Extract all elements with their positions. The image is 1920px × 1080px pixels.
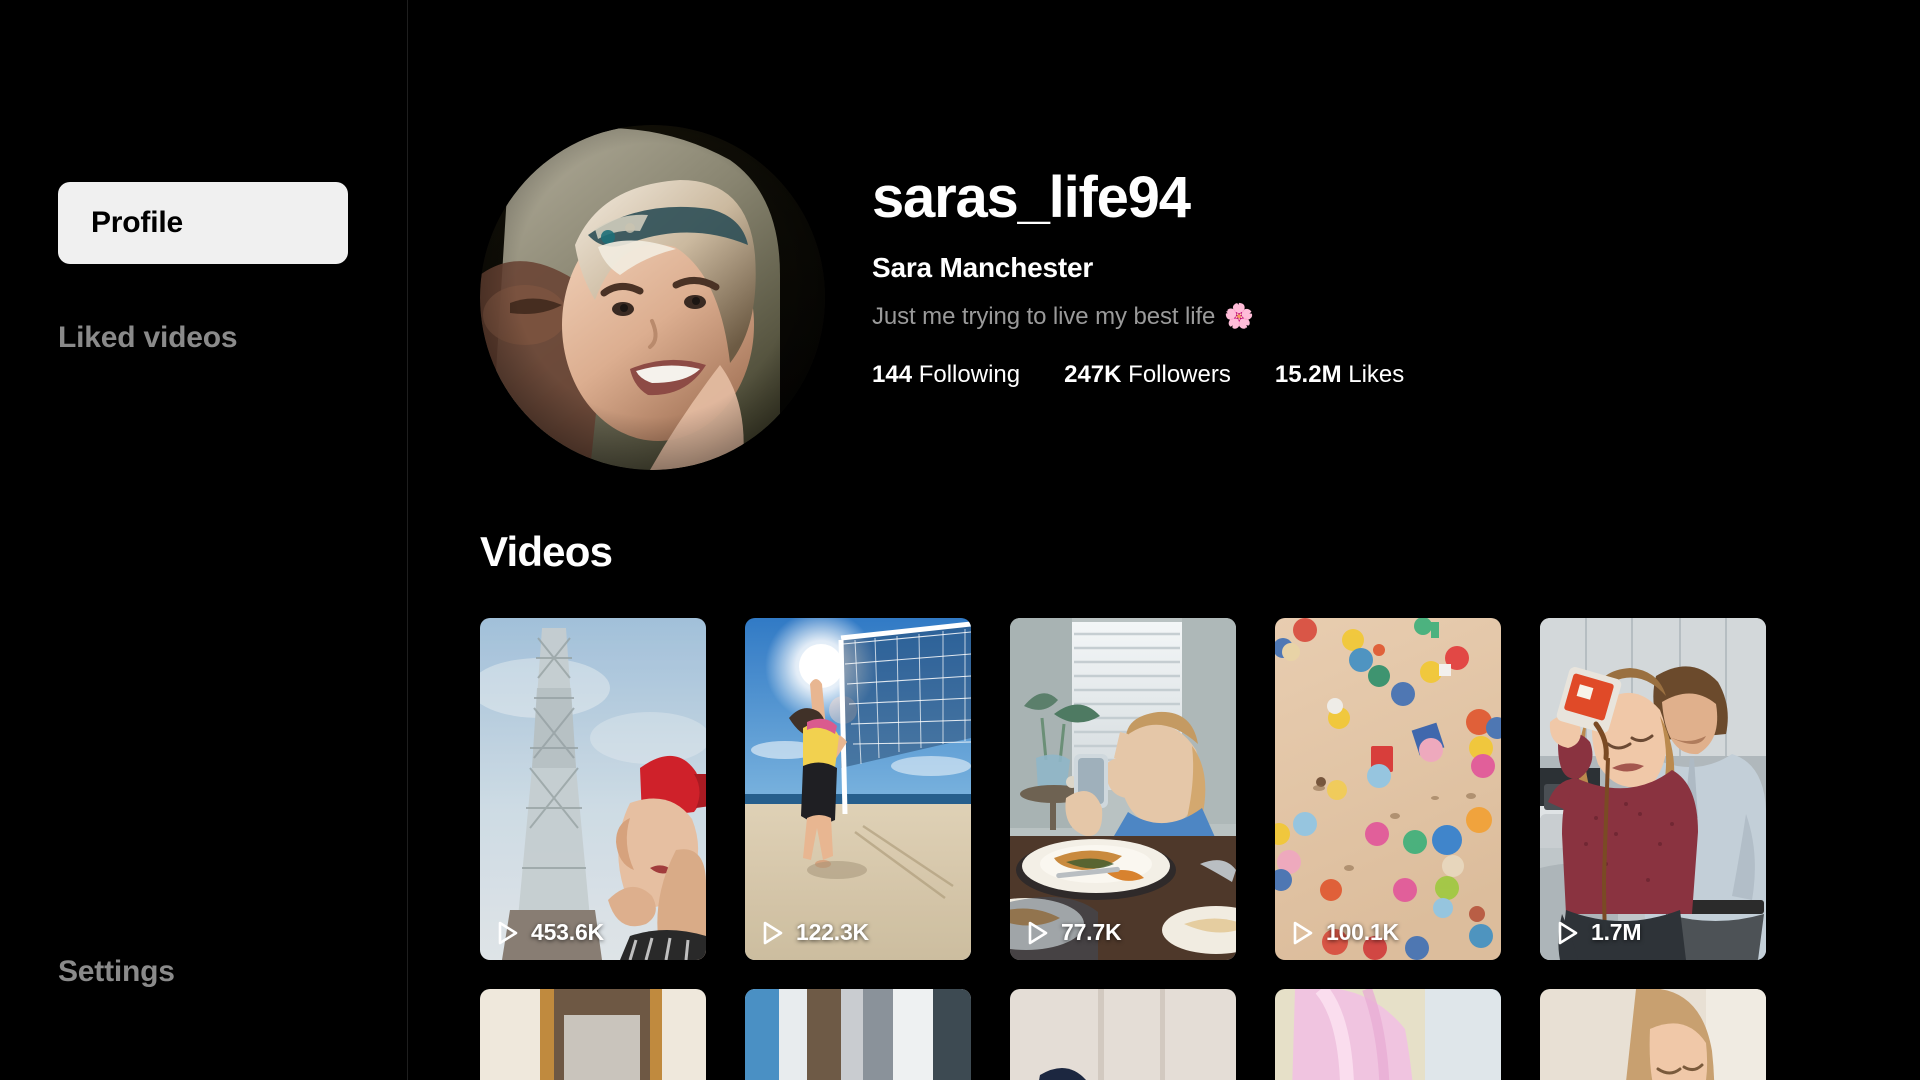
stat-likes-label: Likes bbox=[1348, 360, 1405, 388]
tiktok-profile-page: Profile Liked videos Settings saras_life… bbox=[0, 0, 1920, 1080]
play-count: 453.6K bbox=[531, 919, 604, 945]
cherry-blossom-icon: 🌸 bbox=[1224, 302, 1255, 330]
play-count-badge: 77.7K bbox=[1026, 919, 1122, 946]
stats-row: 144 Following 247K Followers 15.2M Likes bbox=[872, 361, 1404, 389]
stat-following-value: 144 bbox=[872, 360, 913, 388]
sidebar-item-liked-videos-label: Liked videos bbox=[58, 321, 238, 354]
bio: Just me trying to live my best life 🌸 bbox=[872, 303, 1404, 331]
play-icon bbox=[498, 921, 518, 944]
avatar[interactable] bbox=[480, 125, 825, 470]
play-count: 1.7M bbox=[1591, 919, 1642, 945]
video-thumbnail bbox=[1275, 618, 1501, 960]
video-card[interactable] bbox=[1010, 989, 1236, 1080]
video-grid: 453.6K 122.3K 77.7K 100.1K 1.7M bbox=[480, 618, 1900, 1080]
play-count: 122.3K bbox=[796, 919, 869, 945]
video-thumbnail bbox=[1010, 618, 1236, 960]
video-card[interactable]: 100.1K bbox=[1275, 618, 1501, 960]
sidebar-item-profile-label: Profile bbox=[91, 206, 183, 239]
display-name: Sara Manchester bbox=[872, 251, 1094, 283]
play-count: 77.7K bbox=[1061, 919, 1122, 945]
videos-section-title: Videos bbox=[480, 528, 613, 575]
stat-likes[interactable]: 15.2M Likes bbox=[1275, 361, 1404, 389]
main-content: saras_life94 Sara Manchester Just me try… bbox=[408, 0, 1920, 1080]
play-count-badge: 122.3K bbox=[761, 919, 869, 946]
play-count-badge: 453.6K bbox=[496, 919, 604, 946]
video-thumbnail bbox=[745, 618, 971, 960]
video-thumbnail bbox=[745, 989, 971, 1080]
profile-info: saras_life94 Sara Manchester Just me try… bbox=[872, 125, 1404, 389]
stat-likes-value: 15.2M bbox=[1274, 360, 1342, 388]
play-icon bbox=[1028, 921, 1048, 944]
stat-followers-label: Followers bbox=[1128, 360, 1231, 388]
sidebar-item-settings[interactable]: Settings bbox=[58, 955, 175, 989]
video-thumbnail bbox=[480, 618, 706, 960]
video-card[interactable] bbox=[745, 989, 971, 1080]
play-icon bbox=[1293, 921, 1313, 944]
stat-followers-value: 247K bbox=[1064, 360, 1122, 388]
video-thumbnail bbox=[1540, 618, 1766, 960]
video-card[interactable]: 1.7M bbox=[1540, 618, 1766, 960]
sidebar-item-profile[interactable]: Profile bbox=[58, 182, 348, 264]
video-thumbnail bbox=[1540, 989, 1766, 1080]
video-card[interactable] bbox=[480, 989, 706, 1080]
play-icon bbox=[763, 921, 783, 944]
play-count: 100.1K bbox=[1326, 919, 1399, 945]
video-card[interactable] bbox=[1540, 989, 1766, 1080]
video-thumbnail bbox=[480, 989, 706, 1080]
username: saras_life94 bbox=[872, 165, 1191, 230]
video-card[interactable]: 77.7K bbox=[1010, 618, 1236, 960]
play-count-badge: 100.1K bbox=[1291, 919, 1399, 946]
video-card[interactable]: 453.6K bbox=[480, 618, 706, 960]
sidebar-item-settings-label: Settings bbox=[58, 955, 175, 988]
sidebar: Profile Liked videos Settings bbox=[0, 0, 408, 1080]
play-icon bbox=[1558, 921, 1578, 944]
stat-following-label: Following bbox=[918, 360, 1021, 388]
video-thumbnail bbox=[1010, 989, 1236, 1080]
bio-text: Just me trying to live my best life bbox=[872, 302, 1216, 330]
video-card[interactable]: 122.3K bbox=[745, 618, 971, 960]
play-count-badge: 1.7M bbox=[1556, 919, 1642, 946]
sidebar-item-liked-videos[interactable]: Liked videos bbox=[58, 321, 238, 355]
stat-following[interactable]: 144 Following bbox=[872, 361, 1020, 389]
video-card[interactable] bbox=[1275, 989, 1501, 1080]
stat-followers[interactable]: 247K Followers bbox=[1064, 361, 1231, 389]
profile-header: saras_life94 Sara Manchester Just me try… bbox=[480, 125, 1404, 470]
video-thumbnail bbox=[1275, 989, 1501, 1080]
